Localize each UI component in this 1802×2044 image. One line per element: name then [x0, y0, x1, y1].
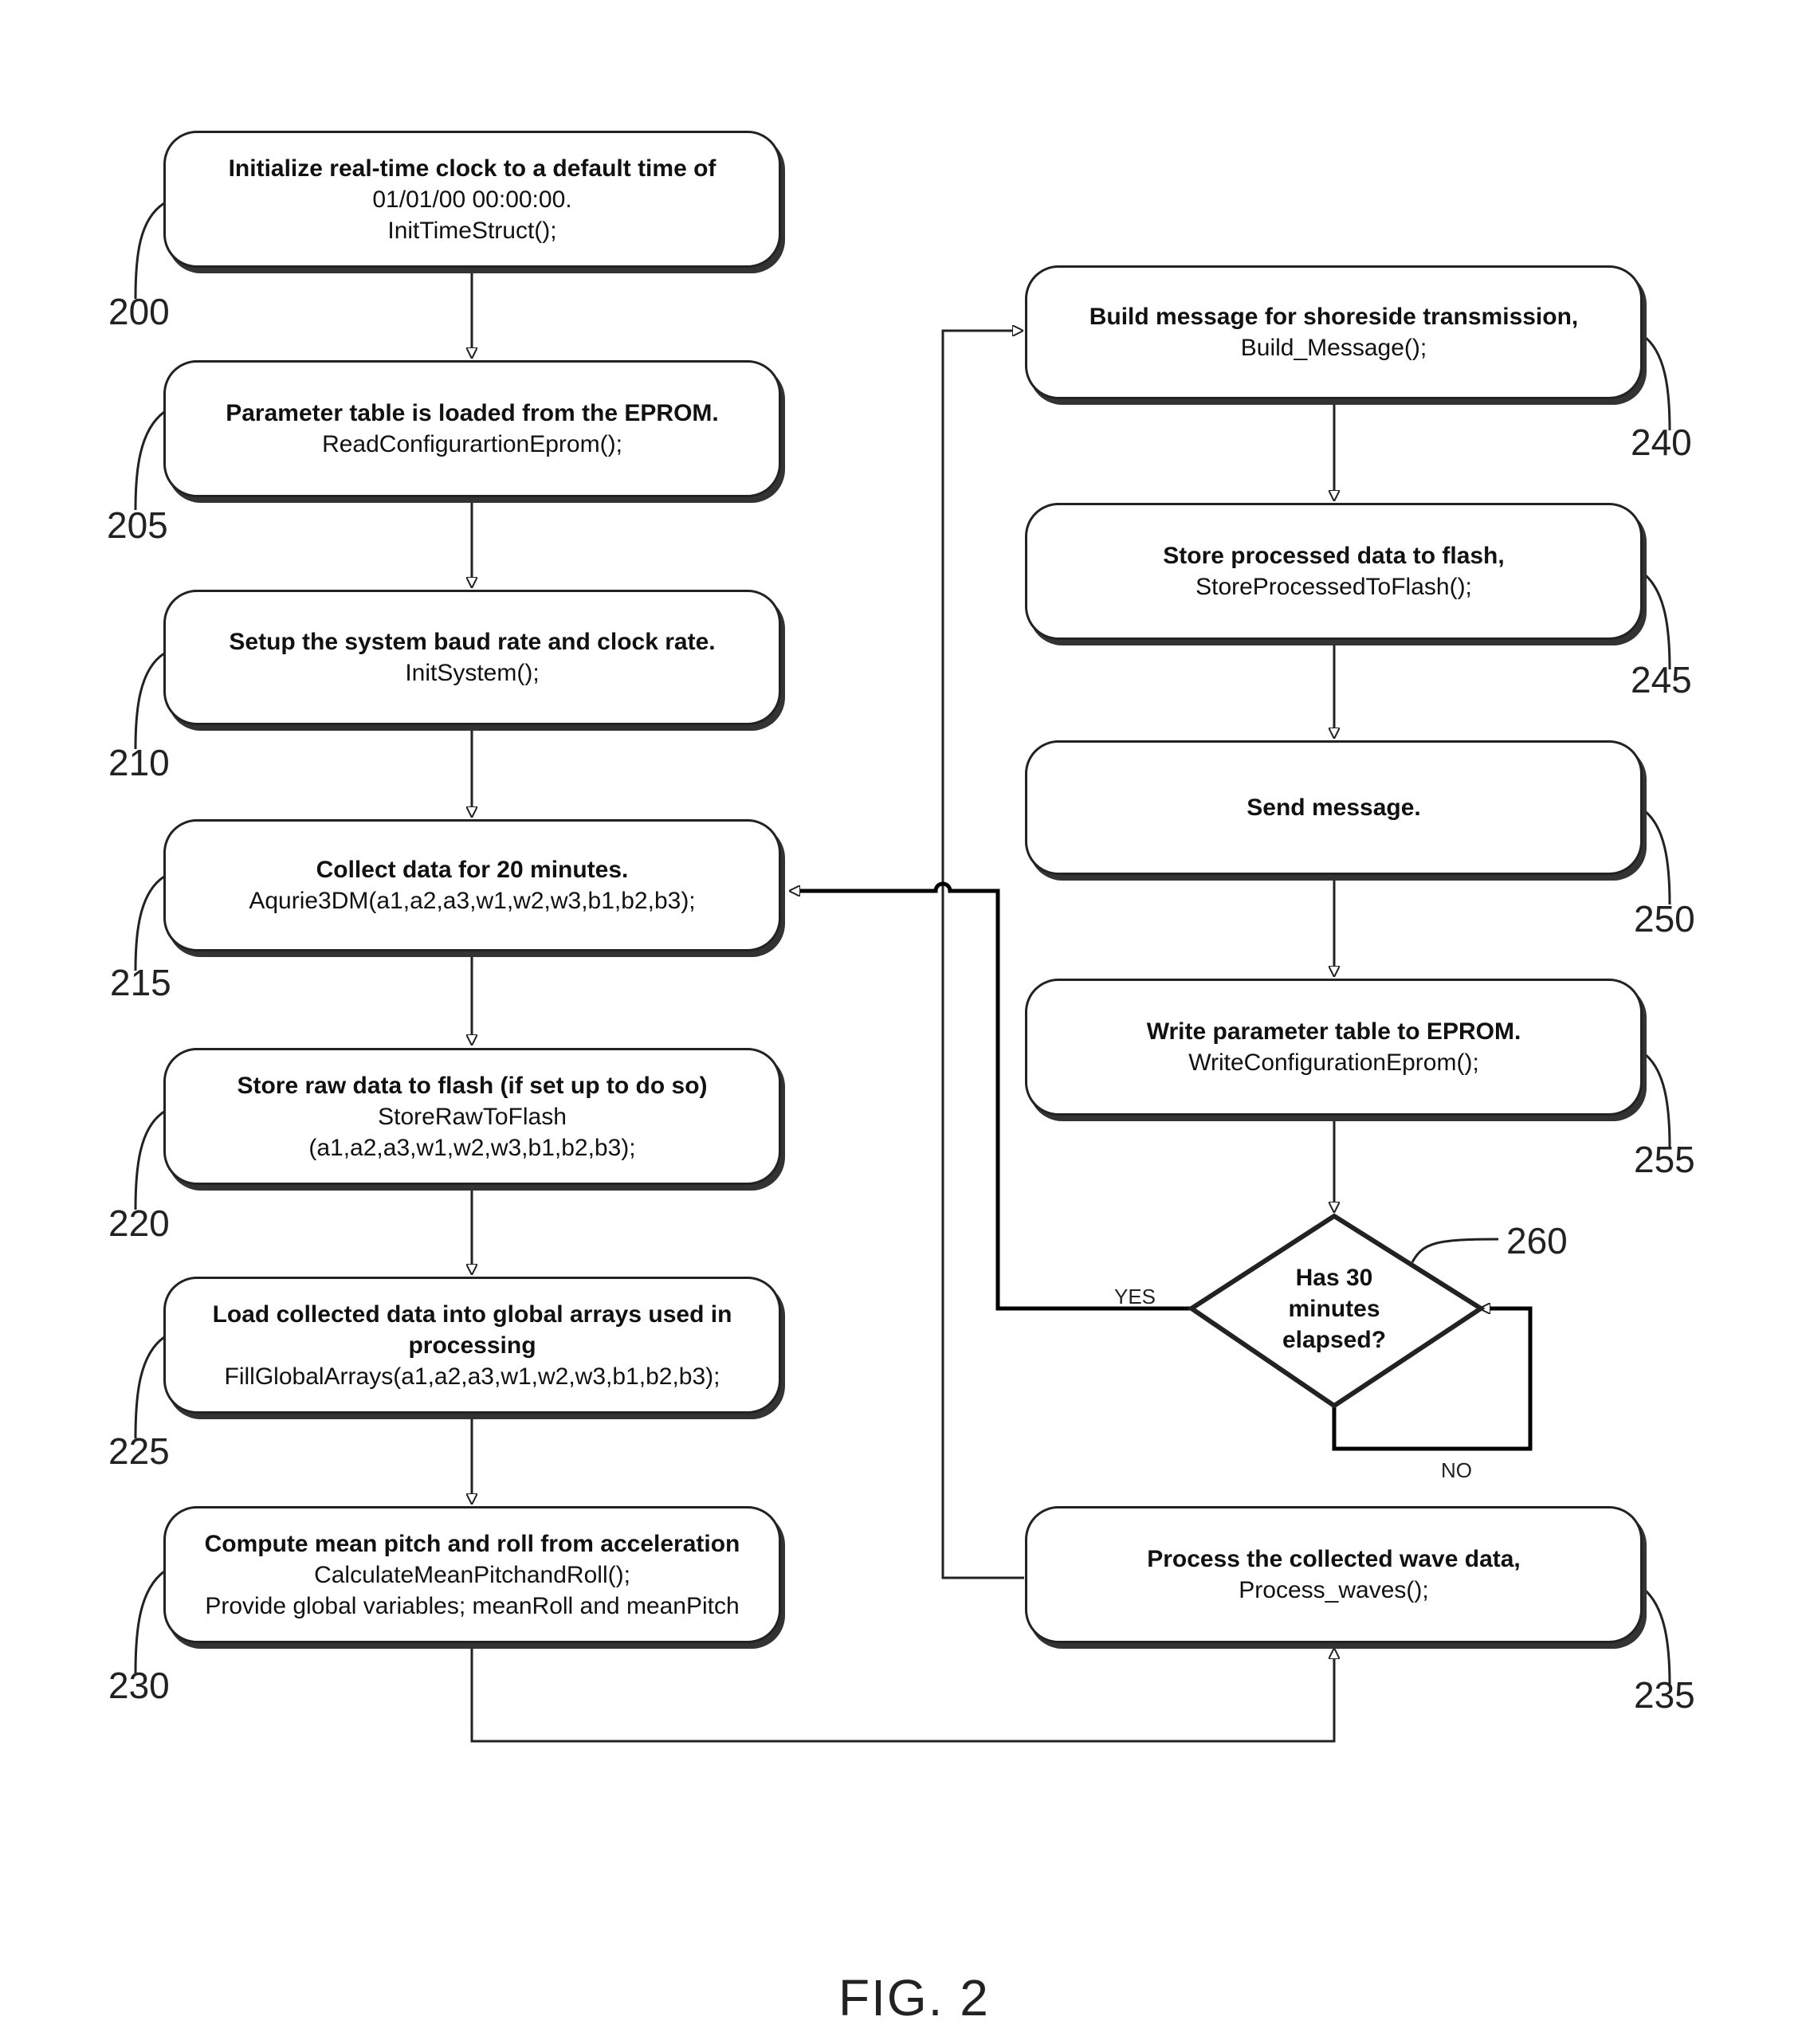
step-240-title: Build message for shoreside transmission…: [1089, 304, 1579, 330]
leader-255: [1641, 1050, 1671, 1148]
step-230-box: Compute mean pitch and roll from acceler…: [163, 1506, 781, 1643]
step-230-line-2: Provide global variables; meanRoll and m…: [205, 1592, 740, 1619]
leader-210: [134, 652, 165, 750]
ref-235: 235: [1634, 1674, 1695, 1716]
step-200-line-2: InitTimeStruct();: [387, 217, 557, 244]
step-210-line-1: InitSystem();: [405, 660, 540, 686]
figure-label: FIG. 2: [838, 1969, 990, 2026]
step-225-line-1: FillGlobalArrays(a1,a2,a3,w1,w2,w3,b1,b2…: [224, 1363, 720, 1390]
arrow-235-240: [941, 331, 1024, 1579]
step-200-line-1: 01/01/00 00:00:00.: [372, 186, 572, 213]
step-255-title: Write parameter table to EPROM.: [1146, 1018, 1521, 1045]
step-230-line-1: CalculateMeanPitchandRoll();: [314, 1561, 630, 1588]
leader-205: [134, 410, 165, 511]
decision-line-2: minutes: [1288, 1296, 1380, 1322]
step-205-title: Parameter table is loaded from the EPROM…: [226, 400, 719, 426]
step-250-box: Send message.: [1025, 740, 1643, 875]
ref-240: 240: [1631, 422, 1692, 463]
leader-215: [134, 875, 165, 971]
step-215-line-1: Aqurie3DM(a1,a2,a3,w1,w2,w3,b1,b2,b3);: [249, 888, 696, 914]
step-215-title: Collect data for 20 minutes.: [316, 857, 629, 883]
leader-220: [134, 1110, 165, 1210]
step-240-box: Build message for shoreside transmission…: [1025, 265, 1643, 399]
step-240-line-1: Build_Message();: [1240, 335, 1427, 361]
leader-225: [134, 1336, 165, 1439]
leader-260: [1411, 1238, 1499, 1263]
step-250-title: Send message.: [1246, 794, 1421, 821]
decision-line-3: elapsed?: [1282, 1327, 1387, 1353]
leader-250: [1641, 807, 1671, 905]
step-210-box: Setup the system baud rate and clock rat…: [163, 590, 781, 725]
step-235-line-1: Process_waves();: [1239, 1577, 1429, 1603]
ref-230: 230: [108, 1665, 170, 1706]
ref-210: 210: [108, 742, 170, 783]
step-210-title: Setup the system baud rate and clock rat…: [229, 629, 716, 655]
ref-260: 260: [1506, 1220, 1568, 1261]
no-label: NO: [1441, 1458, 1472, 1482]
step-245-title: Store processed data to flash,: [1163, 543, 1505, 569]
step-220-line-1: StoreRawToFlash: [378, 1103, 567, 1130]
step-235-title: Process the collected wave data,: [1147, 1546, 1521, 1572]
ref-245: 245: [1631, 659, 1692, 700]
step-200-title: Initialize real-time clock to a default …: [228, 155, 716, 182]
step-205-line-1: ReadConfigurartionEprom();: [322, 431, 622, 457]
ref-225: 225: [108, 1430, 170, 1472]
step-230-title: Compute mean pitch and roll from acceler…: [204, 1530, 740, 1557]
ref-255: 255: [1634, 1139, 1695, 1180]
leader-245: [1641, 571, 1671, 670]
step-200-box: Initialize real-time clock to a default …: [163, 131, 781, 268]
ref-205: 205: [107, 504, 168, 546]
step-235-box: Process the collected wave data, Process…: [1025, 1506, 1643, 1643]
decision-text: Has 30 minutes elapsed?: [1246, 1262, 1422, 1355]
ref-215: 215: [110, 962, 171, 1003]
step-255-box: Write parameter table to EPROM. WriteCon…: [1025, 979, 1643, 1116]
arrow-230-235: [470, 1645, 1334, 1743]
step-245-line-1: StoreProcessedToFlash();: [1195, 574, 1472, 600]
leader-240: [1641, 333, 1671, 431]
ref-250: 250: [1634, 898, 1695, 940]
yes-label: YES: [1114, 1285, 1156, 1308]
leader-230: [134, 1570, 165, 1674]
step-225-title: Load collected data into global arrays u…: [212, 1301, 732, 1359]
step-225-box: Load collected data into global arrays u…: [163, 1277, 781, 1414]
leader-235: [1641, 1586, 1671, 1686]
step-245-box: Store processed data to flash, StoreProc…: [1025, 503, 1643, 640]
step-215-box: Collect data for 20 minutes. Aqurie3DM(a…: [163, 819, 781, 951]
step-220-line-2: (a1,a2,a3,w1,w2,w3,b1,b2,b3);: [308, 1134, 636, 1161]
ref-220: 220: [108, 1202, 170, 1244]
leader-200: [134, 202, 165, 300]
step-220-box: Store raw data to flash (if set up to do…: [163, 1048, 781, 1185]
decision-line-1: Has 30: [1295, 1265, 1373, 1291]
ref-200: 200: [108, 291, 170, 332]
step-205-box: Parameter table is loaded from the EPROM…: [163, 360, 781, 497]
step-255-line-1: WriteConfigurationEprom();: [1188, 1049, 1479, 1076]
step-220-title: Store raw data to flash (if set up to do…: [237, 1072, 708, 1099]
